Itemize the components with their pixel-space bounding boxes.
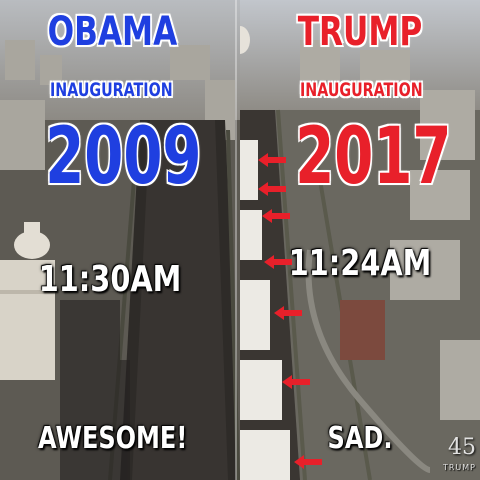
channel-logo-text: TRUMP xyxy=(442,463,476,472)
red-arrow xyxy=(262,209,290,223)
left-year-caption: 2009 xyxy=(45,112,202,202)
left-time-caption: 11:30AM xyxy=(38,259,182,300)
right-subtitle-caption: INAUGURATION xyxy=(300,79,423,101)
channel-logo: 45 xyxy=(448,435,476,460)
right-year-caption: 2017 xyxy=(295,112,452,202)
right-name-caption: TRUMP xyxy=(297,9,423,55)
right-verdict-caption: SAD. xyxy=(327,421,393,456)
red-arrow xyxy=(258,182,286,196)
left-verdict-caption: AWESOME! xyxy=(38,421,188,456)
red-arrows-overlay xyxy=(258,153,322,469)
red-arrow xyxy=(274,306,302,320)
red-arrow xyxy=(258,153,286,167)
inauguration-comparison-image: OBAMA INAUGURATION 2009 11:30AM AWESOME!… xyxy=(0,0,480,480)
left-name-caption: OBAMA xyxy=(47,9,178,55)
right-time-caption: 11:24AM xyxy=(288,243,432,284)
red-arrow xyxy=(294,455,322,469)
left-subtitle-caption: INAUGURATION xyxy=(50,79,173,101)
red-arrow xyxy=(282,375,310,389)
